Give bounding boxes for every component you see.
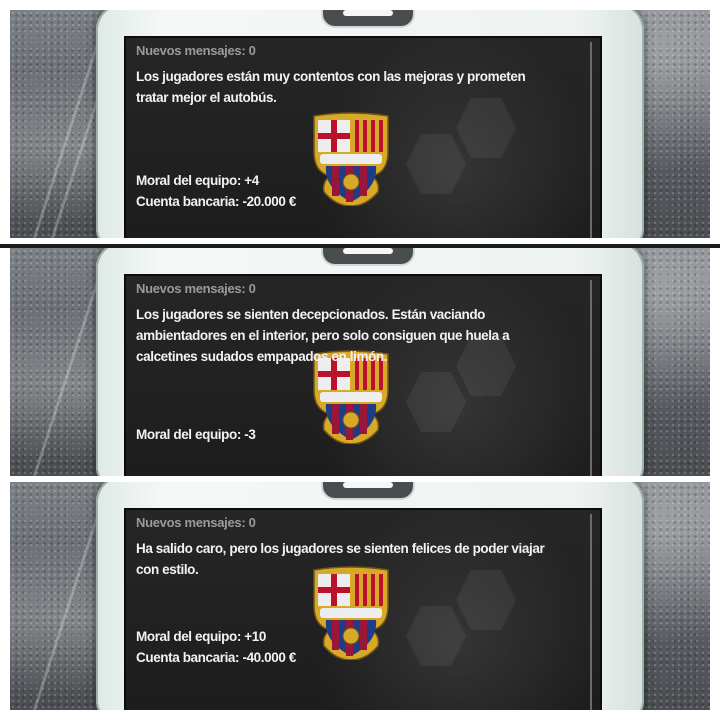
fcb-crest-icon [308,566,394,660]
notch-bar [343,482,393,488]
phone-device: Nuevos mensajes: 0 Los jugadores se sien… [96,248,644,476]
background-hex [406,606,466,666]
bank-account: Cuenta bancaria: -20.000 € [136,194,296,209]
background-hex [406,372,466,432]
message-text: Ha salido caro, pero los jugadores se si… [136,541,545,577]
team-morale: Moral del equipo: +10 [136,629,267,644]
phone-device: Nuevos mensajes: 0 Ha salido caro, pero … [96,482,644,710]
panel-divider [0,476,720,480]
phone-screen: Nuevos mensajes: 0 Los jugadores se sien… [124,274,602,476]
new-messages-header: Nuevos mensajes: 0 [136,515,256,530]
phone-screen: Nuevos mensajes: 0 Ha salido caro, pero … [124,508,602,710]
message-text: Los jugadores se sienten decepcionados. … [136,307,510,364]
background-hex [406,134,466,194]
stats-block: Moral del equipo: +10 Cuenta bancaria: -… [136,626,296,668]
stats-block: Moral del equipo: +4 Cuenta bancaria: -2… [136,170,296,212]
scrollbar[interactable] [590,280,592,476]
bank-account: Cuenta bancaria: -40.000 € [136,650,296,665]
notch-bar [343,248,393,254]
team-morale: Moral del equipo: -3 [136,427,256,442]
notch-bar [343,10,393,16]
stats-block: Moral del equipo: -3 [136,424,256,445]
phone-device: Nuevos mensajes: 0 Los jugadores están m… [96,10,644,238]
message-panel-1: Nuevos mensajes: 0 Los jugadores están m… [10,10,710,238]
new-messages-header: Nuevos mensajes: 0 [136,43,256,58]
message-text: Los jugadores están muy contentos con la… [136,69,526,105]
phone-screen: Nuevos mensajes: 0 Los jugadores están m… [124,36,602,238]
new-messages-header: Nuevos mensajes: 0 [136,281,256,296]
message-panel-3: Nuevos mensajes: 0 Ha salido caro, pero … [10,482,710,710]
message-panel-2: Nuevos mensajes: 0 Los jugadores se sien… [10,248,710,476]
phone-notch [321,248,415,266]
team-morale: Moral del equipo: +4 [136,173,259,188]
scrollbar[interactable] [590,514,592,710]
scrollbar[interactable] [590,42,592,238]
fcb-crest-icon [308,112,394,206]
phone-notch [321,482,415,500]
phone-notch [321,10,415,28]
